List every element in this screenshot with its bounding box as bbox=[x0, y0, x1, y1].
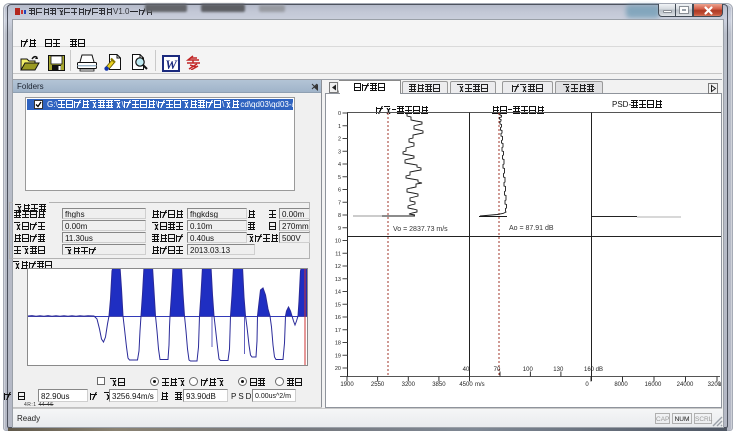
svg-text:17: 17 bbox=[335, 328, 341, 334]
svg-text:6: 6 bbox=[338, 188, 341, 194]
svg-text:9: 9 bbox=[338, 226, 341, 232]
svg-text:13: 13 bbox=[335, 277, 341, 283]
svg-text:15: 15 bbox=[335, 302, 341, 308]
svg-text:4: 4 bbox=[338, 162, 341, 168]
svg-text:24000: 24000 bbox=[677, 382, 694, 388]
svg-text:1: 1 bbox=[338, 124, 341, 130]
svg-text:Ao = 87.91 dB: Ao = 87.91 dB bbox=[509, 225, 554, 232]
svg-text:3: 3 bbox=[338, 149, 341, 155]
svg-text:18: 18 bbox=[335, 341, 341, 347]
svg-text:16: 16 bbox=[335, 315, 341, 321]
svg-text:12: 12 bbox=[335, 264, 341, 270]
svg-text:20: 20 bbox=[335, 366, 341, 372]
svg-text:5: 5 bbox=[338, 175, 341, 181]
svg-text:2550: 2550 bbox=[371, 382, 385, 388]
svg-text:19: 19 bbox=[335, 353, 341, 359]
svg-text:160 dB: 160 dB bbox=[584, 367, 603, 373]
svg-text:0: 0 bbox=[338, 111, 341, 117]
svg-text:40: 40 bbox=[463, 367, 470, 373]
svg-text:8000: 8000 bbox=[614, 382, 628, 388]
svg-text:1900: 1900 bbox=[340, 382, 354, 388]
svg-text:7: 7 bbox=[338, 200, 341, 206]
svg-text:10: 10 bbox=[335, 239, 341, 245]
svg-text:3200: 3200 bbox=[402, 382, 416, 388]
svg-text:11: 11 bbox=[335, 251, 341, 257]
svg-text:m/s: m/s bbox=[475, 382, 485, 388]
svg-text:3850: 3850 bbox=[432, 382, 446, 388]
svg-text:0: 0 bbox=[585, 382, 589, 388]
svg-text:4500: 4500 bbox=[459, 382, 473, 388]
svg-text:Vo = 2837.73 m/s: Vo = 2837.73 m/s bbox=[393, 226, 448, 233]
svg-text:70: 70 bbox=[494, 367, 501, 373]
svg-text:100: 100 bbox=[523, 367, 534, 373]
svg-text:8: 8 bbox=[338, 213, 341, 219]
svg-text:u: u bbox=[719, 382, 721, 388]
svg-text:14: 14 bbox=[335, 290, 341, 296]
svg-text:130: 130 bbox=[553, 367, 564, 373]
svg-text:2: 2 bbox=[338, 137, 341, 143]
svg-text:16000: 16000 bbox=[645, 382, 662, 388]
